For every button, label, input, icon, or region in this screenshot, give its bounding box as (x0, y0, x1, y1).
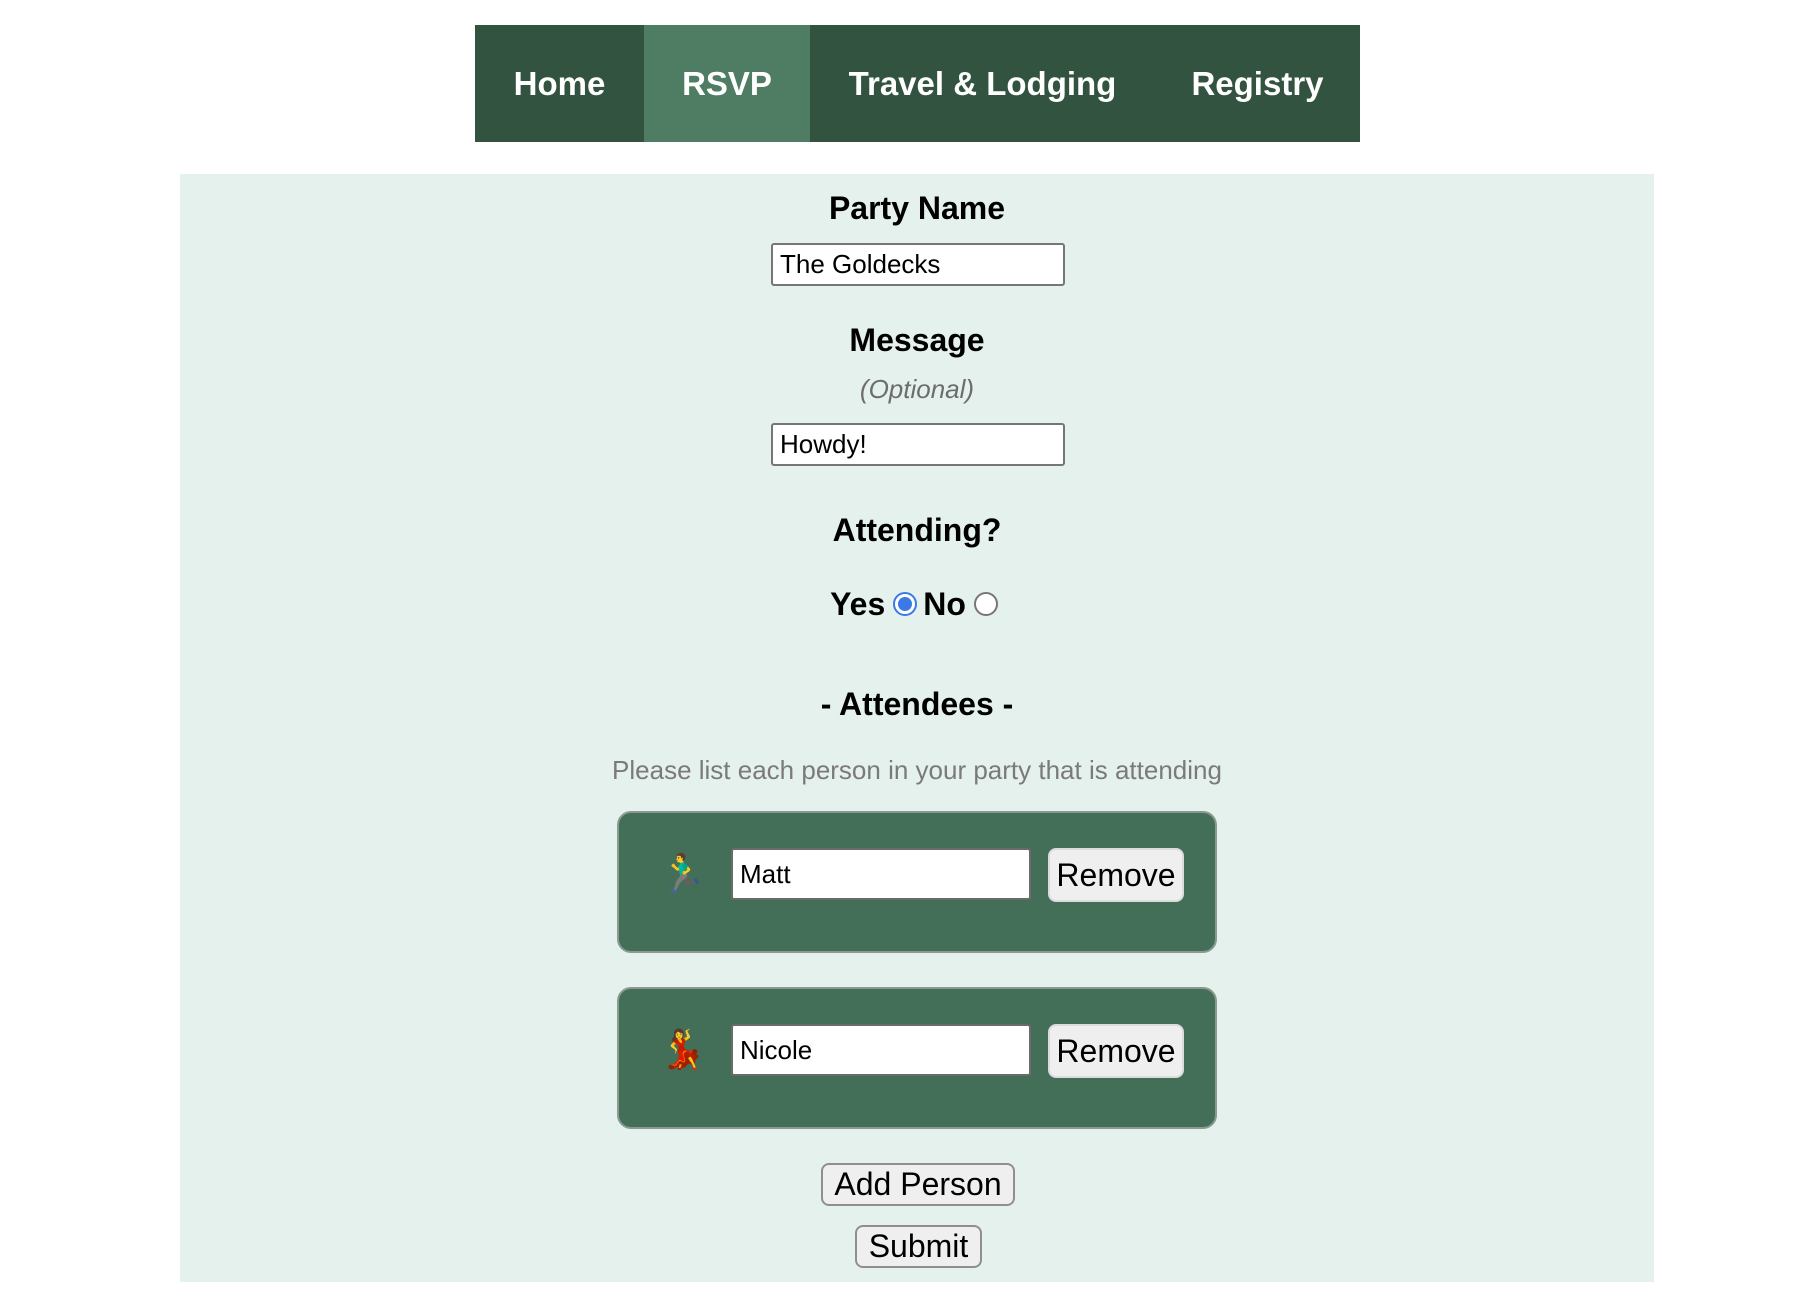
rsvp-form-panel: Party Name Message (Optional) Attending?… (180, 174, 1654, 1282)
attending-no-radio[interactable] (973, 592, 998, 616)
attending-radio-group: Yes No (180, 582, 1654, 626)
attendee-name-input[interactable] (731, 848, 1031, 900)
attending-label: Attending? (832, 512, 1002, 548)
party-name-input[interactable] (771, 243, 1065, 286)
person-running-icon: 🏃‍♂️ (659, 853, 707, 895)
attendee-card: 💃 Remove (617, 987, 1217, 1129)
nav-tab-rsvp[interactable]: RSVP (644, 25, 810, 142)
woman-dancing-icon: 💃 (659, 1029, 707, 1071)
attendee-name-input[interactable] (731, 1024, 1031, 1076)
attending-no-label: No (923, 585, 966, 622)
attendees-heading: - Attendees - (820, 686, 1014, 722)
remove-attendee-button[interactable]: Remove (1048, 848, 1184, 902)
nav-tab-travel-lodging[interactable]: Travel & Lodging (810, 25, 1155, 142)
message-input[interactable] (771, 423, 1065, 466)
attendee-card: 🏃‍♂️ Remove (617, 811, 1217, 953)
party-name-label: Party Name (828, 190, 1006, 226)
remove-attendee-button[interactable]: Remove (1048, 1024, 1184, 1078)
main-nav: Home RSVP Travel & Lodging Registry (475, 25, 1360, 142)
nav-tab-home[interactable]: Home (475, 25, 644, 142)
message-optional-note: (Optional) (859, 374, 975, 404)
attending-yes-label: Yes (830, 585, 886, 622)
message-label: Message (849, 322, 985, 358)
attending-yes-radio[interactable] (893, 592, 918, 616)
attendees-hint: Please list each person in your party th… (612, 755, 1222, 785)
submit-button[interactable]: Submit (855, 1225, 982, 1268)
add-person-button[interactable]: Add Person (821, 1163, 1015, 1206)
nav-tab-registry[interactable]: Registry (1155, 25, 1360, 142)
